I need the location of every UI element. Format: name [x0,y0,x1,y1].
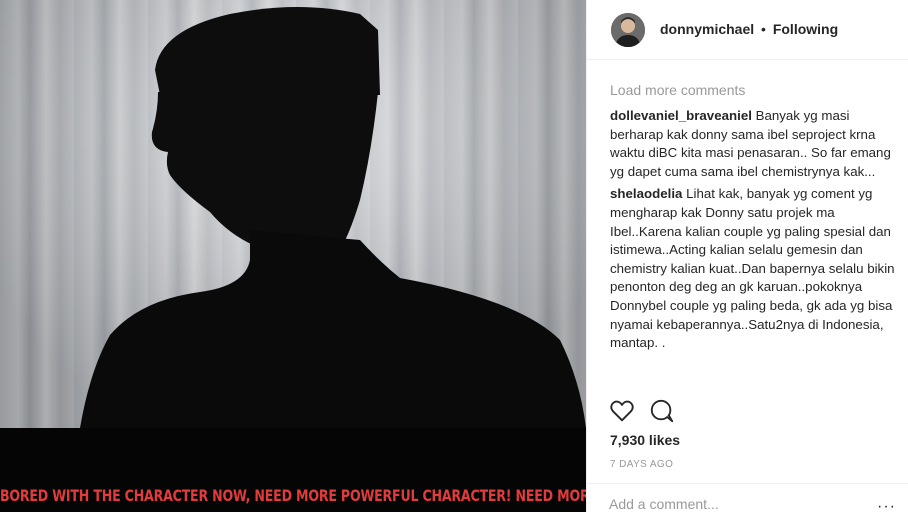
comment-username-link[interactable]: dollevaniel_braveaniel [610,108,752,123]
comment-username-link[interactable]: shelaodelia [610,186,682,201]
load-more-comments-link[interactable]: Load more comments [610,82,895,98]
comment-bubble-icon [650,399,674,423]
comments-list: Load more comments dollevaniel_braveanie… [610,82,895,357]
like-button[interactable] [609,398,637,426]
post-side-panel: donnymichael • Following Load more comme… [586,0,908,516]
add-comment-row: ··· [587,483,908,523]
comment-item: shelaodelia Lihat kak, banyak yg coment … [610,185,895,352]
man-silhouette [80,7,586,428]
heart-icon [610,400,634,422]
post-photo[interactable]: BORED WITH THE CHARACTER NOW, NEED MORE … [0,0,586,512]
likes-count[interactable]: 7,930 likes [610,432,680,448]
comment-item: dollevaniel_braveaniel Banyak yg masi be… [610,107,895,181]
post-header: donnymichael • Following [587,0,908,60]
comment-text: Lihat kak, banyak yg coment yg mengharap… [610,186,895,351]
post-timestamp[interactable]: 7 DAYS AGO [610,459,673,470]
following-button[interactable]: Following [773,21,838,37]
avatar-icon [611,13,645,47]
header-separator: • [761,21,766,37]
profile-avatar[interactable] [611,13,645,47]
add-comment-input[interactable] [609,492,859,516]
comment-button[interactable] [649,398,677,426]
header-text: donnymichael • Following [660,21,838,37]
header-username-link[interactable]: donnymichael [660,21,754,37]
more-options-icon[interactable]: ··· [877,498,896,516]
photo-caption-overlay: BORED WITH THE CHARACTER NOW, NEED MORE … [0,486,586,505]
